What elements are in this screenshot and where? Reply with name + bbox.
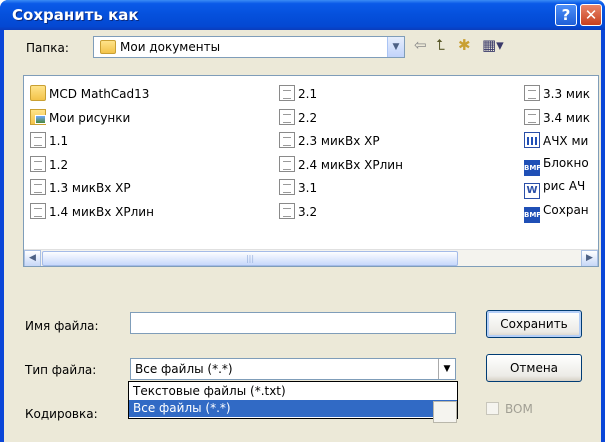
file-item-label: 2.3 микВх XP — [298, 134, 380, 148]
horizontal-scrollbar[interactable]: ◀ ||| ▶ — [24, 249, 598, 266]
bmp-icon: BMP — [524, 206, 541, 223]
file-item[interactable]: 1.4 микВх XPлин — [30, 202, 154, 221]
my-documents-icon — [100, 40, 116, 54]
file-item[interactable]: 1.2 — [30, 155, 69, 174]
document-icon — [279, 85, 295, 101]
encoding-label: Кодировка: — [25, 407, 98, 421]
file-item-label: Сохран — [543, 202, 589, 217]
scroll-left-button[interactable]: ◀ — [24, 250, 41, 266]
document-icon — [279, 108, 295, 125]
file-item[interactable]: 3.3 мик — [524, 85, 590, 103]
scroll-thumb[interactable]: ||| — [42, 251, 458, 266]
file-item-label: 3.2 — [298, 204, 318, 219]
file-item[interactable]: 1.3 микВх XP — [30, 179, 131, 197]
document-icon — [279, 155, 295, 172]
file-item[interactable]: BMP Блокно — [524, 155, 589, 176]
filetype-label: Тип файла: — [25, 363, 97, 377]
document-icon — [30, 202, 46, 219]
file-item-label: 1.1 — [49, 134, 69, 148]
file-item[interactable]: Мои рисунки — [30, 108, 131, 127]
file-item[interactable]: 2.4 микВх XPлин — [279, 155, 403, 174]
filetype-dropdown: Текстовые файлы (*.txt) Все файлы (*.*) — [128, 381, 458, 419]
cancel-button[interactable]: Отмена — [486, 354, 582, 382]
file-item-label: MCD MathCad13 — [49, 87, 150, 101]
file-item[interactable]: MCD MathCad13 — [30, 85, 149, 103]
chart-icon — [524, 132, 540, 148]
new-folder-icon[interactable]: ✱ — [458, 36, 471, 54]
close-button[interactable]: ✕ — [580, 4, 602, 26]
filetype-combo[interactable]: Все файлы (*.*) ▼ — [130, 358, 456, 380]
file-item[interactable]: Wрис АЧ — [524, 179, 586, 199]
file-item-label: 2.2 — [298, 110, 318, 125]
document-icon — [524, 108, 540, 125]
file-item[interactable]: 2.3 микВх XP — [279, 132, 380, 150]
file-item-label: 3.1 — [298, 181, 318, 195]
bmp-icon: BMP — [524, 159, 541, 176]
view-menu-icon[interactable]: ▦▾ — [482, 36, 504, 54]
document-icon — [279, 202, 295, 219]
checkbox-box[interactable] — [486, 402, 499, 415]
file-item-label: 2.4 микВх XPлин — [298, 157, 403, 172]
folder-value: Мои документы — [120, 40, 221, 54]
document-icon — [30, 155, 46, 172]
file-item-label: 1.2 — [49, 157, 69, 172]
help-button[interactable]: ? — [555, 4, 577, 26]
document-icon — [524, 85, 540, 101]
document-icon — [279, 179, 295, 195]
filetype-option-all[interactable]: Все файлы (*.*) — [129, 400, 457, 417]
word-icon: W — [524, 183, 540, 199]
dialog-title: Сохранить как — [12, 6, 139, 24]
filename-label: Имя файла: — [25, 319, 99, 333]
bom-checkbox[interactable]: BOM — [486, 402, 533, 416]
folder-combo[interactable]: Мои документы ▼ — [93, 36, 405, 58]
save-button[interactable]: Сохранить — [486, 310, 582, 338]
file-item[interactable]: 1.1 — [30, 132, 68, 150]
folder-label: Папка: — [26, 41, 69, 55]
file-item[interactable]: АЧХ ми — [524, 132, 588, 150]
filetype-option-txt[interactable]: Текстовые файлы (*.txt) — [129, 383, 457, 400]
file-item-label: Блокно — [543, 155, 589, 170]
file-item[interactable]: 3.1 — [279, 179, 317, 197]
document-icon — [279, 132, 295, 148]
encoding-combo[interactable] — [433, 401, 457, 423]
folder-icon — [30, 85, 46, 101]
bom-label: BOM — [505, 402, 533, 416]
chevron-down-icon[interactable]: ▼ — [438, 359, 455, 379]
scroll-right-button[interactable]: ▶ — [581, 250, 598, 266]
filename-input[interactable] — [130, 312, 456, 334]
file-item-label: 1.4 микВх XPлин — [49, 204, 154, 219]
file-list[interactable]: MCD MathCad13 Мои рисунки 1.1 1.2 1.3 микВх … — [23, 75, 599, 267]
file-item-label: Мои рисунки — [49, 110, 131, 125]
file-item[interactable]: 3.4 мик — [524, 108, 590, 127]
file-item-label: 3.4 мик — [543, 110, 590, 125]
title-bar[interactable]: Сохранить как ? ✕ — [0, 0, 605, 30]
file-item-label: 2.1 — [298, 87, 318, 101]
file-item-label: рис АЧ — [543, 179, 586, 193]
up-folder-icon[interactable]: ⮤ — [436, 36, 445, 54]
chevron-down-icon[interactable]: ▼ — [387, 37, 404, 57]
document-icon — [30, 132, 46, 148]
file-item[interactable]: BMP Сохран — [524, 202, 589, 223]
document-icon — [30, 179, 46, 195]
file-item[interactable]: 2.1 — [279, 85, 317, 103]
file-item[interactable]: 3.2 — [279, 202, 318, 221]
filetype-value: Все файлы (*.*) — [135, 362, 233, 376]
file-item-label: 1.3 микВх XP — [49, 181, 131, 195]
dialog-body: Папка: Мои документы ▼ ⇦ ⮤ ✱ ▦▾ MCD Math… — [4, 30, 601, 442]
pictures-folder-icon — [30, 108, 46, 125]
file-item-label: АЧХ ми — [543, 134, 589, 148]
file-item-label: 3.3 мик — [543, 87, 590, 101]
file-item[interactable]: 2.2 — [279, 108, 318, 127]
back-icon[interactable]: ⇦ — [414, 36, 427, 54]
